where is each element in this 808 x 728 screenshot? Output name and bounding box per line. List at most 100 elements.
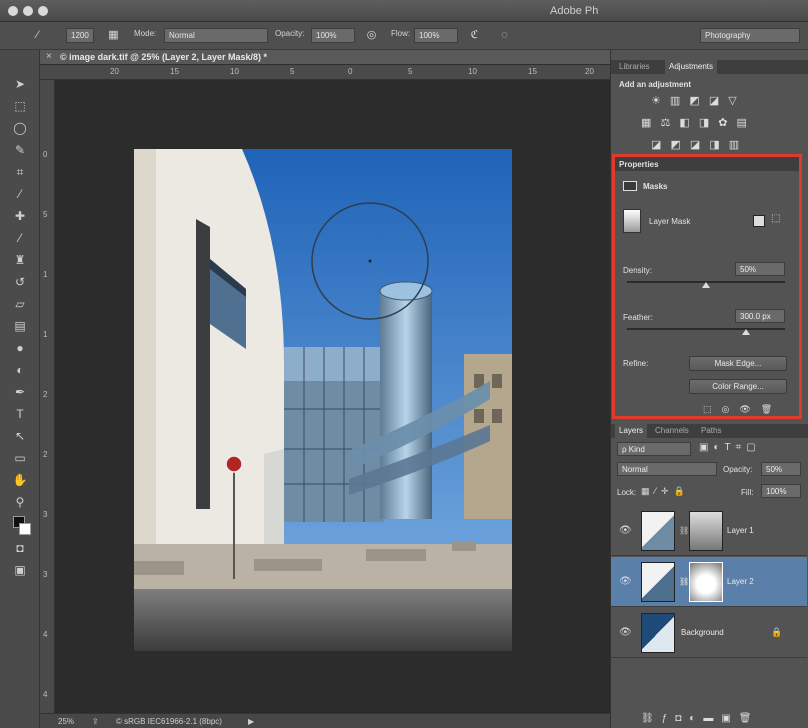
status-bar: 25% ⇪ © sRGB IEC61966-2.1 (8bpc) ▶ [40, 713, 610, 728]
layer-filter-icons[interactable]: ▣◐T⌗▢ [699, 442, 761, 453]
color-range-button[interactable]: Color Range... [689, 379, 787, 394]
move-tool-icon[interactable]: ➤ [11, 76, 29, 92]
layer-row-selected[interactable]: 👁 ⛓ Layer 2 [611, 557, 807, 607]
workspace-select[interactable]: Photography [700, 28, 800, 43]
mask-thumbnail[interactable] [689, 511, 723, 551]
zoom-level[interactable]: 25% [58, 717, 74, 726]
ruler-tick: 4 [43, 690, 48, 699]
flow-field[interactable]: 100% [414, 28, 458, 43]
ruler-tick: 1 [43, 270, 48, 279]
history-brush-tool-icon[interactable]: ↺ [11, 274, 29, 290]
feather-slider-handle[interactable] [741, 329, 750, 335]
feather-field[interactable]: 300.0 px [735, 309, 785, 323]
ruler-tick: 2 [43, 390, 48, 399]
feather-label: Feather: [623, 313, 653, 322]
feather-slider[interactable] [627, 328, 785, 330]
opacity-label: Opacity: [275, 29, 305, 38]
background-color-swatch[interactable] [19, 523, 31, 535]
layer-thumbnail [641, 613, 675, 653]
tab-channels[interactable]: Channels [655, 426, 689, 435]
tab-libraries[interactable]: Libraries [619, 62, 650, 71]
ruler-tick: 1 [43, 330, 48, 339]
tab-adjustments[interactable]: Adjustments [665, 60, 718, 74]
marquee-tool-icon[interactable]: ⬚ [11, 98, 29, 114]
visibility-eye-icon[interactable]: 👁 [619, 525, 632, 536]
zoom-tool-icon[interactable]: ⚲ [11, 494, 29, 510]
density-field[interactable]: 50% [735, 262, 785, 276]
path-select-tool-icon[interactable]: ↖ [11, 428, 29, 444]
zoom-window-button[interactable] [38, 6, 48, 16]
properties-footer-icons[interactable]: ⬚◎👁🗑 [703, 404, 782, 415]
lasso-tool-icon[interactable]: ◯ [11, 120, 29, 136]
clone-stamp-tool-icon[interactable]: ♜ [11, 252, 29, 268]
mask-thumbnail[interactable] [689, 562, 723, 602]
link-chain-icon[interactable]: ⛓ [679, 526, 689, 535]
link-chain-icon[interactable]: ⛓ [679, 577, 689, 586]
tools-panel: ➤ ⬚ ◯ ✎ ⌗ ⁄ ✚ ⁄ ♜ ↺ ▱ ▤ ● ◐ ✒ T ↖ ▭ ✋ ⚲ … [0, 50, 40, 728]
mask-edge-button[interactable]: Mask Edge... [689, 356, 787, 371]
brush-size-field[interactable]: 1200 [66, 28, 94, 43]
layer-row[interactable]: 👁 ⛓ Layer 1 [611, 506, 807, 556]
eyedropper-tool-icon[interactable]: ⁄ [11, 186, 29, 202]
vector-mask-icon[interactable]: ⬚ [771, 213, 780, 224]
type-tool-icon[interactable]: T [11, 406, 29, 422]
close-tab-icon[interactable]: × [46, 51, 52, 62]
ruler-tick: 20 [585, 67, 594, 76]
layer-mask-label: Layer Mask [649, 217, 691, 226]
mode-select[interactable]: Normal [164, 28, 268, 43]
hand-tool-icon[interactable]: ✋ [11, 472, 29, 488]
gradient-tool-icon[interactable]: ▤ [11, 318, 29, 334]
mode-label: Mode: [134, 29, 157, 38]
app-title: Adobe Ph [550, 5, 599, 17]
layer-name: Layer 2 [727, 577, 754, 586]
properties-title: Properties [619, 160, 659, 169]
ruler-tick: 15 [170, 67, 179, 76]
density-slider-handle[interactable] [702, 282, 710, 288]
eraser-tool-icon[interactable]: ▱ [11, 296, 29, 312]
pixel-mask-icon[interactable] [753, 215, 765, 227]
ruler-tick: 0 [348, 67, 353, 76]
share-icon[interactable]: ⇪ [92, 717, 99, 726]
layer-mask-thumbnail [623, 209, 641, 233]
document-image[interactable] [134, 149, 512, 651]
tab-layers[interactable]: Layers [615, 424, 648, 438]
healing-tool-icon[interactable]: ✚ [11, 208, 29, 224]
adjustment-icons-row-1[interactable]: ☀ ▥ ◩ ◪ ▽ [651, 94, 740, 107]
screen-mode-icon[interactable]: ▣ [11, 562, 29, 578]
airbrush-icon[interactable]: ℭ [467, 28, 482, 43]
lock-icons[interactable]: ▦⁄✛🔒 [641, 486, 690, 497]
close-window-button[interactable] [8, 6, 18, 16]
fill-field[interactable]: 100% [761, 484, 801, 498]
adjustment-icons-row-3[interactable]: ◪ ◩ ◪ ◨ ▥ [651, 138, 742, 151]
brush-tool-icon[interactable]: ⁄ [30, 28, 45, 43]
visibility-eye-icon[interactable]: 👁 [619, 576, 632, 587]
flow-label: Flow: [391, 29, 411, 38]
quick-mask-icon[interactable]: ◘ [11, 540, 29, 556]
quick-select-tool-icon[interactable]: ✎ [11, 142, 29, 158]
dodge-tool-icon[interactable]: ◐ [11, 362, 29, 378]
ruler-tick: 15 [528, 67, 537, 76]
ruler-tick: 2 [43, 450, 48, 459]
pressure-opacity-icon[interactable]: ◎ [364, 28, 379, 43]
ruler-tick: 20 [110, 67, 119, 76]
document-tab[interactable]: × © image dark.tif @ 25% (Layer 2, Layer… [40, 50, 610, 65]
layer-opacity-field[interactable]: 50% [761, 462, 801, 476]
status-menu-arrow-icon[interactable]: ▶ [248, 717, 254, 726]
visibility-eye-icon[interactable]: 👁 [619, 627, 632, 638]
layer-footer-icons[interactable]: ⛓ƒ◘◐▬▣🗑 [641, 713, 759, 724]
adjustment-icons-row-2[interactable]: ▦ ⚖ ◧ ◨ ✿ ▤ [641, 116, 750, 129]
minimize-window-button[interactable] [23, 6, 33, 16]
tab-paths[interactable]: Paths [701, 426, 721, 435]
shape-tool-icon[interactable]: ▭ [11, 450, 29, 466]
blend-mode-select[interactable]: Normal [617, 462, 717, 476]
ruler-tick: 5 [408, 67, 413, 76]
pen-tool-icon[interactable]: ✒ [11, 384, 29, 400]
pressure-size-icon[interactable]: ◌ [497, 28, 512, 43]
brush-panel-icon[interactable]: ▦ [106, 28, 121, 43]
layer-row[interactable]: 👁 Background 🔒 [611, 608, 807, 658]
blur-tool-icon[interactable]: ● [11, 340, 29, 356]
layer-filter-kind[interactable]: ρ Kind [617, 442, 691, 456]
brush-tool-selected-icon[interactable]: ⁄ [11, 230, 29, 246]
crop-tool-icon[interactable]: ⌗ [11, 164, 29, 180]
opacity-field[interactable]: 100% [311, 28, 355, 43]
